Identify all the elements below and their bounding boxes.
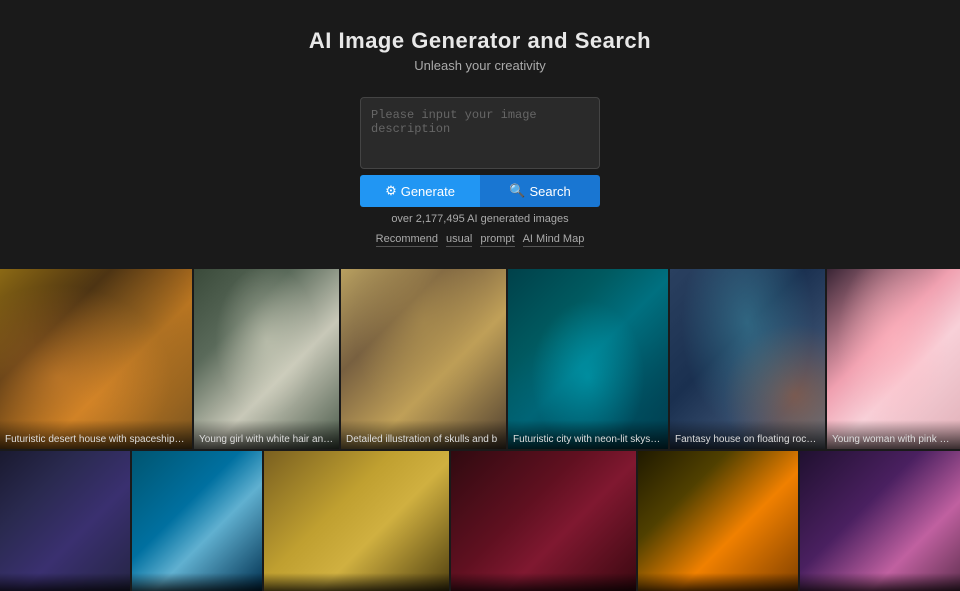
gallery-item[interactable]: Young girl with white hair and gold [194,269,339,449]
gallery-item[interactable] [800,451,960,591]
gallery-caption: Futuristic city with neon-lit skyscra [508,420,668,449]
gallery-caption: Futuristic desert house with spaceships,… [0,420,192,449]
gallery-caption [0,573,130,591]
gallery-item[interactable] [638,451,798,591]
page-subtitle: Unleash your creativity [0,58,960,73]
gallery-caption: Young girl with white hair and gold [194,420,339,449]
stats-text: over 2,177,495 AI generated images [391,213,568,225]
gallery-caption [264,573,449,591]
gallery-item[interactable] [451,451,636,591]
search-input[interactable] [360,97,600,169]
search-icon: 🔍 [509,183,525,199]
gallery-item[interactable]: Young woman with pink hair and eyes, sit… [827,269,960,449]
search-label: Search [529,184,570,199]
header: AI Image Generator and Search Unleash yo… [0,0,960,89]
gallery-item[interactable]: Fantasy house on floating rock wit [670,269,825,449]
gallery-item[interactable]: Futuristic desert house with spaceships,… [0,269,192,449]
gallery-row-1: Futuristic desert house with spaceships,… [0,269,960,449]
gallery-item[interactable] [0,451,130,591]
search-area: ⚙ Generate 🔍 Search over 2,177,495 AI ge… [0,97,960,247]
gallery-caption: Fantasy house on floating rock wit [670,420,825,449]
gallery-caption [132,573,262,591]
button-row: ⚙ Generate 🔍 Search [360,175,600,207]
gallery-item[interactable]: Detailed illustration of skulls and b [341,269,506,449]
gallery-caption [451,573,636,591]
gallery-caption: Detailed illustration of skulls and b [341,420,506,449]
tag-usual[interactable]: usual [446,233,472,247]
gallery-caption [638,573,798,591]
page-title: AI Image Generator and Search [0,28,960,54]
tag-prompt[interactable]: prompt [480,233,514,247]
gallery-caption [800,573,960,591]
gallery-section: Futuristic desert house with spaceships,… [0,269,960,591]
tag-row: Recommend usual prompt AI Mind Map [376,233,585,247]
gallery-caption: Young woman with pink hair and eyes, sit… [827,420,960,449]
gallery-item[interactable] [132,451,262,591]
tag-mindmap[interactable]: AI Mind Map [523,233,585,247]
gallery-item[interactable]: Futuristic city with neon-lit skyscra [508,269,668,449]
search-button[interactable]: 🔍 Search [480,175,600,207]
tag-recommend[interactable]: Recommend [376,233,438,247]
generate-button[interactable]: ⚙ Generate [360,175,480,207]
gallery-item[interactable] [264,451,449,591]
generate-icon: ⚙ [385,183,397,199]
generate-label: Generate [401,184,455,199]
gallery-row-2 [0,451,960,591]
